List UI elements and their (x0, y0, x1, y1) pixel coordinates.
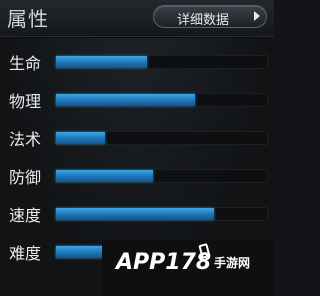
stat-bar-track (55, 93, 268, 107)
arrow-right-icon (254, 11, 260, 21)
stat-row: 生命 (0, 44, 274, 74)
stat-label: 难度 (9, 244, 42, 263)
stat-label: 生命 (9, 54, 42, 73)
watermark: APP178 手游网 (102, 240, 274, 296)
stat-label: 物理 (9, 92, 42, 111)
detail-data-button[interactable]: 详细数据 (153, 5, 267, 28)
detail-data-label: 详细数据 (177, 13, 230, 28)
stat-row: 防御 (0, 158, 274, 188)
panel-title: 属性 (7, 7, 49, 31)
watermark-sub: 手游网 (214, 256, 251, 270)
stat-bar-fill (56, 132, 105, 144)
stat-label: 速度 (9, 206, 42, 225)
stat-row: 法术 (0, 120, 274, 150)
stat-bar-track (55, 207, 268, 221)
stat-bar-fill (56, 246, 109, 258)
stat-bar-track (55, 55, 268, 69)
stat-bar-fill (56, 56, 147, 68)
panel-header: 属性 详细数据 (0, 0, 274, 37)
stat-bar-fill (56, 208, 215, 220)
attribute-panel: 属性 详细数据 生命物理法术防御速度难度 APP178 手游网 (0, 0, 274, 296)
stat-bar-track (55, 169, 268, 183)
stat-row: 速度 (0, 196, 274, 226)
header-divider (0, 37, 274, 38)
stat-bar-track (55, 131, 268, 145)
stat-bar-fill (56, 94, 196, 106)
stat-row: 物理 (0, 82, 274, 112)
stat-label: 防御 (9, 168, 42, 187)
watermark-logo: APP178 (116, 250, 212, 275)
stat-bar-fill (56, 170, 154, 182)
stat-label: 法术 (9, 130, 42, 149)
